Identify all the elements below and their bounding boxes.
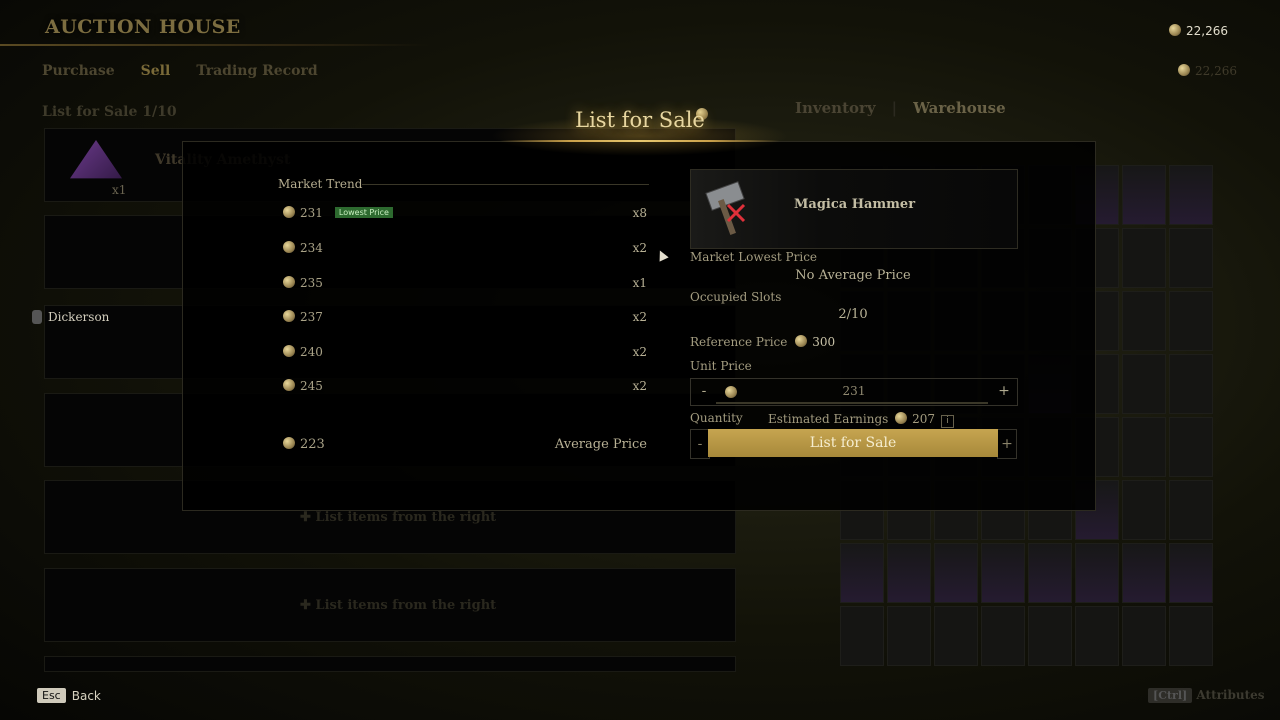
inventory-slot[interactable]: [1122, 291, 1166, 351]
trend-row: 231 Lowest Price x8: [283, 206, 649, 226]
inventory-slot[interactable]: [981, 606, 1025, 666]
title-ornament: [500, 140, 780, 142]
slot-placeholder: ✚ List items from the right: [300, 598, 497, 613]
gold-coin-icon: [895, 412, 908, 424]
inventory-slot[interactable]: [1122, 417, 1166, 477]
inventory-slot[interactable]: [934, 543, 978, 603]
player-tag: Dickerson: [32, 310, 109, 324]
hammer-icon: [705, 181, 746, 235]
inventory-slot[interactable]: [1028, 606, 1072, 666]
item-count: x1: [112, 183, 127, 197]
market-trend-divider: [362, 184, 649, 185]
inventory-slot[interactable]: [887, 543, 931, 603]
inventory-slot[interactable]: [1169, 165, 1213, 225]
info-icon[interactable]: i: [941, 415, 955, 428]
auction-house-title: AUCTION HOUSE: [45, 16, 241, 38]
gold-secondary: 22,266: [1178, 64, 1237, 78]
average-price-label: Average Price: [554, 437, 647, 452]
inventory-slot[interactable]: [1122, 228, 1166, 288]
inventory-slot[interactable]: [1169, 228, 1213, 288]
list-for-sale-count: List for Sale 1/10: [42, 104, 177, 120]
quantity-increase-button[interactable]: +: [997, 429, 1017, 459]
tab-warehouse[interactable]: Warehouse: [913, 99, 1006, 117]
player-name: Dickerson: [48, 310, 110, 324]
title-divider: [0, 44, 430, 46]
gold-coin-icon: [283, 345, 295, 357]
quantity-label: Quantity: [690, 411, 743, 425]
list-for-sale-button[interactable]: List for Sale: [708, 429, 998, 457]
inventory-slot[interactable]: [1122, 606, 1166, 666]
market-lowest-price-value: No Average Price: [795, 268, 911, 283]
inventory-slot[interactable]: [1122, 165, 1166, 225]
gold-coin-icon: [283, 206, 295, 218]
tab-sell[interactable]: Sell: [141, 63, 171, 79]
gold-coin-icon: [283, 379, 295, 391]
tab-separator: |: [891, 99, 898, 117]
inventory-slot[interactable]: [1169, 480, 1213, 540]
inventory-slot[interactable]: [1169, 354, 1213, 414]
reference-price: Reference Price 300: [690, 335, 836, 349]
market-lowest-price-label: Market Lowest Price: [690, 250, 818, 264]
inventory-slot[interactable]: [934, 606, 978, 666]
unit-price-label: Unit Price: [690, 359, 752, 373]
sale-slot[interactable]: [44, 656, 736, 672]
gold-coin-icon: [283, 437, 295, 449]
attributes-hint[interactable]: [Ctrl] Attributes: [1148, 688, 1265, 703]
auction-tabs: Purchase Sell Trading Record: [42, 63, 318, 79]
inventory-slot[interactable]: [1122, 543, 1166, 603]
trend-row: 240 x2: [283, 345, 649, 365]
inventory-slot[interactable]: [1122, 354, 1166, 414]
slot-placeholder: ✚ List items from the right: [300, 510, 497, 525]
occupied-slots-label: Occupied Slots: [690, 290, 782, 304]
item-name: Magica Hammer: [794, 197, 916, 212]
unit-price-input[interactable]: 231: [691, 384, 1017, 398]
gold-balance: 22,266: [1169, 24, 1228, 38]
gold-coin-icon: [283, 276, 295, 288]
trend-row: 245 x2: [283, 379, 649, 399]
gold-coin-icon: [1178, 64, 1190, 76]
occupied-slots-value: 2/10: [838, 307, 868, 322]
dialog-title: List for Sale: [575, 108, 705, 132]
quantity-decrease-button[interactable]: -: [690, 429, 710, 459]
back-label: Back: [71, 688, 101, 703]
esc-key: Esc: [37, 688, 66, 703]
unit-price-increase-button[interactable]: +: [991, 379, 1017, 405]
trend-row: 235 x1: [283, 276, 649, 296]
storage-tabs: Inventory | Warehouse: [795, 99, 1006, 117]
trend-row: 237 x2: [283, 310, 649, 330]
trend-row: 234 x2: [283, 241, 649, 261]
tab-purchase[interactable]: Purchase: [42, 63, 115, 79]
inventory-slot[interactable]: [981, 543, 1025, 603]
gold-coin-icon: [283, 310, 295, 322]
inventory-slot[interactable]: [840, 543, 884, 603]
unit-price-slider[interactable]: [716, 402, 988, 404]
inventory-slot[interactable]: [1075, 606, 1119, 666]
inventory-slot[interactable]: [1169, 543, 1213, 603]
inventory-slot[interactable]: [1075, 543, 1119, 603]
tab-trading-record[interactable]: Trading Record: [196, 63, 317, 79]
inventory-slot[interactable]: [840, 606, 884, 666]
estimated-earnings: Estimated Earnings 207 i: [768, 412, 955, 428]
microphone-icon: [32, 310, 42, 324]
inventory-slot[interactable]: [1169, 606, 1213, 666]
market-trend-label: Market Trend: [278, 177, 363, 191]
tab-inventory[interactable]: Inventory: [795, 99, 876, 117]
inventory-slot[interactable]: [1028, 543, 1072, 603]
gold-coin-icon: [283, 241, 295, 253]
gold-coin-icon: [795, 335, 808, 347]
inventory-slot[interactable]: [1122, 480, 1166, 540]
inventory-slot[interactable]: [887, 606, 931, 666]
inventory-slot[interactable]: [1169, 417, 1213, 477]
average-price-row: 223 Average Price: [283, 437, 649, 457]
back-hint[interactable]: Esc Back: [37, 688, 101, 703]
lowest-price-badge: Lowest Price: [334, 207, 393, 218]
inventory-slot[interactable]: [1169, 291, 1213, 351]
gold-coin-icon: [1169, 24, 1181, 36]
